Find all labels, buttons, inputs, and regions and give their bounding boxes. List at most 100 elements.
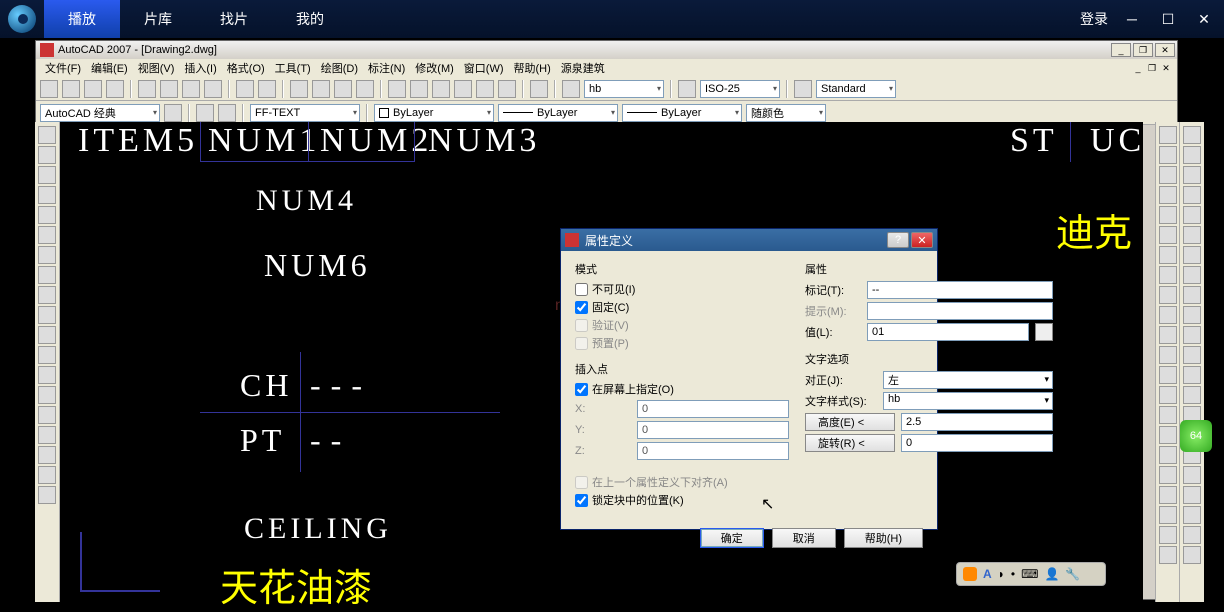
- textstyle-icon[interactable]: [562, 80, 580, 98]
- print-icon[interactable]: [106, 80, 124, 98]
- scale-icon[interactable]: [1159, 266, 1177, 284]
- c7-icon[interactable]: [1183, 246, 1201, 264]
- extend-icon[interactable]: [1159, 326, 1177, 344]
- player-tab-find[interactable]: 找片: [196, 0, 272, 38]
- explode-icon[interactable]: [1159, 426, 1177, 444]
- c12-icon[interactable]: [1183, 346, 1201, 364]
- mdi-close-button[interactable]: ✕: [1159, 62, 1173, 74]
- c9-icon[interactable]: [1183, 286, 1201, 304]
- c14-icon[interactable]: [1183, 386, 1201, 404]
- ok-button[interactable]: 确定: [700, 528, 764, 548]
- menu-dimension[interactable]: 标注(N): [363, 60, 410, 76]
- textstyle-combo[interactable]: hb: [883, 392, 1053, 410]
- lock-block-checkbox[interactable]: [575, 494, 588, 507]
- undo-icon[interactable]: [236, 80, 254, 98]
- move-icon[interactable]: [1159, 226, 1177, 244]
- join-icon[interactable]: [1159, 366, 1177, 384]
- extra5-icon[interactable]: [1159, 526, 1177, 544]
- specify-screen-checkbox[interactable]: [575, 383, 588, 396]
- c2-icon[interactable]: [1183, 146, 1201, 164]
- lineweight-combo[interactable]: ByLayer: [622, 104, 742, 122]
- c11-icon[interactable]: [1183, 326, 1201, 344]
- menu-draw[interactable]: 绘图(D): [316, 60, 363, 76]
- menu-file[interactable]: 文件(F): [40, 60, 86, 76]
- sheetset-icon[interactable]: [454, 80, 472, 98]
- dimstyle-combo[interactable]: ISO-25: [700, 80, 780, 98]
- spline-icon[interactable]: [38, 286, 56, 304]
- maximize-icon[interactable]: ☐: [1156, 7, 1180, 31]
- polygon-icon[interactable]: [38, 186, 56, 204]
- c3-icon[interactable]: [1183, 166, 1201, 184]
- break-icon[interactable]: [1159, 346, 1177, 364]
- revcloud-icon[interactable]: [38, 266, 56, 284]
- workspace-combo[interactable]: AutoCAD 经典: [40, 104, 160, 122]
- menu-help[interactable]: 帮助(H): [509, 60, 556, 76]
- player-login-link[interactable]: 登录: [1080, 9, 1108, 29]
- cut-icon[interactable]: [138, 80, 156, 98]
- calc-icon[interactable]: [498, 80, 516, 98]
- zoom-icon[interactable]: [312, 80, 330, 98]
- region-icon[interactable]: [38, 446, 56, 464]
- height-input[interactable]: [901, 413, 1053, 431]
- textstyle-combo[interactable]: hb: [584, 80, 664, 98]
- pline-icon[interactable]: [38, 166, 56, 184]
- layer-combo[interactable]: FF-TEXT: [250, 104, 360, 122]
- linetype-combo[interactable]: ByLayer: [498, 104, 618, 122]
- menu-tools[interactable]: 工具(T): [270, 60, 316, 76]
- mdi-restore-button[interactable]: ❐: [1145, 62, 1159, 74]
- array-icon[interactable]: [1159, 206, 1177, 224]
- status-widget[interactable]: A ◗ • ⌨ 👤 🔧: [956, 562, 1106, 586]
- fillet-icon[interactable]: [1159, 406, 1177, 424]
- dialog-titlebar[interactable]: 属性定义 ? ✕: [561, 229, 937, 251]
- dialog-help-button[interactable]: ?: [887, 232, 909, 248]
- tablestyle-icon[interactable]: [794, 80, 812, 98]
- c6-icon[interactable]: [1183, 226, 1201, 244]
- xline-icon[interactable]: [38, 146, 56, 164]
- new-icon[interactable]: [40, 80, 58, 98]
- zoom-prev-icon[interactable]: [334, 80, 352, 98]
- ellipse-icon[interactable]: [38, 306, 56, 324]
- mdi-minimize-button[interactable]: _: [1131, 62, 1145, 74]
- mtext-icon[interactable]: [38, 486, 56, 504]
- c22-icon[interactable]: [1183, 546, 1201, 564]
- c8-icon[interactable]: [1183, 266, 1201, 284]
- table-icon[interactable]: [38, 466, 56, 484]
- rotate-button[interactable]: 旋转(R) <: [805, 434, 895, 452]
- extra3-icon[interactable]: [1159, 486, 1177, 504]
- layer-filter-icon[interactable]: [218, 104, 236, 122]
- plotstyle-combo[interactable]: 随颜色: [746, 104, 826, 122]
- ellipsearc-icon[interactable]: [38, 326, 56, 344]
- c19-icon[interactable]: [1183, 486, 1201, 504]
- acad-restore-button[interactable]: ❐: [1133, 43, 1153, 57]
- copy2-icon[interactable]: [1159, 146, 1177, 164]
- prompt-input[interactable]: [867, 302, 1053, 320]
- mirror-icon[interactable]: [1159, 166, 1177, 184]
- markup-icon[interactable]: [476, 80, 494, 98]
- offset-icon[interactable]: [1159, 186, 1177, 204]
- player-tab-library[interactable]: 片库: [120, 0, 196, 38]
- zoom-win-icon[interactable]: [356, 80, 374, 98]
- value-picker-icon[interactable]: [1035, 323, 1053, 341]
- circle-icon[interactable]: [38, 246, 56, 264]
- stretch-icon[interactable]: [1159, 286, 1177, 304]
- makeblock-icon[interactable]: [38, 366, 56, 384]
- menu-edit[interactable]: 编辑(E): [86, 60, 133, 76]
- minimize-icon[interactable]: ─: [1120, 7, 1144, 31]
- c1-icon[interactable]: [1183, 126, 1201, 144]
- cancel-button[interactable]: 取消: [772, 528, 836, 548]
- menu-yuanquan[interactable]: 源泉建筑: [556, 60, 610, 76]
- open-icon[interactable]: [62, 80, 80, 98]
- acad-close-button[interactable]: ✕: [1155, 43, 1175, 57]
- tag-input[interactable]: [867, 281, 1053, 299]
- arc-icon[interactable]: [38, 226, 56, 244]
- menu-insert[interactable]: 插入(I): [179, 60, 221, 76]
- extra1-icon[interactable]: [1159, 446, 1177, 464]
- help-icon[interactable]: [530, 80, 548, 98]
- save-icon[interactable]: [84, 80, 102, 98]
- player-tab-play[interactable]: 播放: [44, 0, 120, 38]
- tablestyle-combo[interactable]: Standard: [816, 80, 896, 98]
- line-icon[interactable]: [38, 126, 56, 144]
- paste-icon[interactable]: [182, 80, 200, 98]
- c20-icon[interactable]: [1183, 506, 1201, 524]
- extra6-icon[interactable]: [1159, 546, 1177, 564]
